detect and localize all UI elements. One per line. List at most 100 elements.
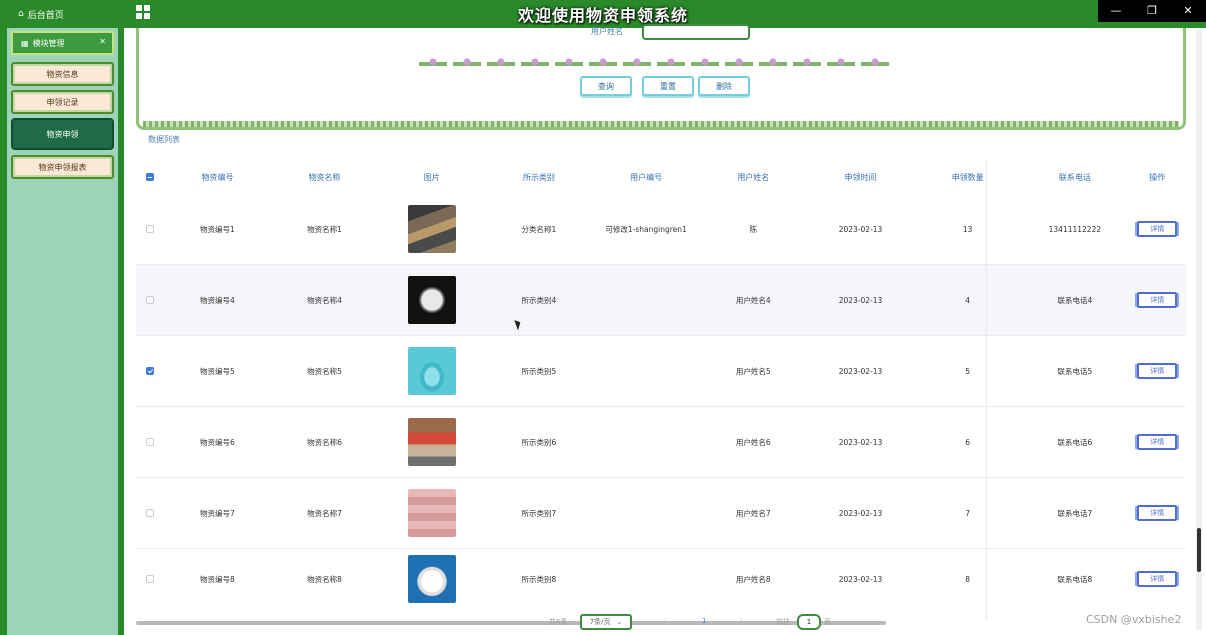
table-row[interactable]: 物资编号8 物资名称8 所示类别8 用户姓名8 2023-02-13 8 联系电… <box>136 549 1186 609</box>
cell-name: 物资名称7 <box>307 508 342 518</box>
cell-category: 所示类别6 <box>521 437 557 447</box>
cell-user-name: 用户姓名5 <box>735 366 771 376</box>
row-checkbox[interactable] <box>145 438 154 446</box>
column-header: 用户编号 <box>630 172 663 182</box>
data-table: 物资编号 物资名称 图片 所示类别 用户编号 用户姓名 申领时间 申领数量 联系… <box>136 160 1186 609</box>
table-row[interactable]: 物资编号7 物资名称7 所示类别7 用户姓名7 2023-02-13 7 联系电… <box>136 478 1186 549</box>
sidebar-section-module-manage[interactable]: ▦ 模块管理 ✕ <box>11 31 114 55</box>
cell-category: 所示类别4 <box>521 295 557 305</box>
next-page-button[interactable]: › <box>740 617 743 625</box>
cell-phone: 联系电话7 <box>1057 508 1093 518</box>
cell-time: 2023-02-13 <box>838 437 883 447</box>
cell-name: 物资名称4 <box>307 295 342 305</box>
total-count: 共6条 <box>549 618 568 626</box>
column-header: 联系电话 <box>1058 172 1091 182</box>
watermark: CSDN @vxbishe2 <box>1086 613 1182 626</box>
cell-code: 物资编号8 <box>199 574 235 584</box>
warehouse-image[interactable] <box>407 205 456 253</box>
maximize-icon[interactable]: ❐ <box>1134 0 1170 22</box>
cell-name: 物资名称5 <box>307 366 342 376</box>
cell-category: 分类名称1 <box>521 224 557 234</box>
row-checkbox[interactable] <box>145 225 154 233</box>
row-checkbox[interactable] <box>145 575 154 583</box>
cell-user-name: 用户姓名7 <box>735 508 771 518</box>
cell-code: 物资编号1 <box>199 224 235 234</box>
sidebar-item-apply-report[interactable]: 物资申领报表 <box>11 155 114 179</box>
cell-category: 所示类别5 <box>521 366 557 376</box>
respirator-image[interactable] <box>407 555 456 603</box>
table-row[interactable]: 物资编号1 物资名称1 分类名称1 可修改1-shangingren1 陈 20… <box>136 194 1186 265</box>
cell-code: 物资编号7 <box>199 508 235 518</box>
minimize-icon[interactable]: — <box>1098 0 1134 22</box>
table-row[interactable]: 物资编号6 物资名称6 所示类别6 用户姓名6 2023-02-13 6 联系电… <box>136 407 1186 478</box>
detail-button[interactable]: 详情 <box>1137 571 1178 587</box>
select-all-checkbox[interactable] <box>145 173 154 181</box>
detail-button[interactable]: 详情 <box>1137 434 1178 450</box>
query-button[interactable]: 查询 <box>580 76 632 96</box>
column-header: 物资名称 <box>308 172 341 182</box>
cell-code: 物资编号4 <box>199 295 235 305</box>
detail-button[interactable]: 详情 <box>1137 292 1178 308</box>
reset-button[interactable]: 重置 <box>642 76 694 96</box>
collapse-icon[interactable]: ✕ <box>99 37 106 46</box>
cell-qty: 5 <box>965 366 971 376</box>
sidebar-item-label: 申领记录 <box>46 97 79 107</box>
cell-phone: 联系电话4 <box>1057 295 1093 305</box>
close-icon[interactable]: ✕ <box>1170 0 1206 22</box>
sidebar-item-apply-records[interactable]: 申领记录 <box>11 90 114 114</box>
page-size-value: 7条/页 <box>589 618 611 626</box>
cell-qty: 8 <box>965 574 971 584</box>
row-checkbox[interactable] <box>145 367 154 375</box>
cell-phone: 联系电话6 <box>1057 437 1093 447</box>
cell-qty: 4 <box>965 295 971 305</box>
cell-category: 所示类别7 <box>521 508 557 518</box>
row-checkbox[interactable] <box>145 296 154 304</box>
detail-button[interactable]: 详情 <box>1137 505 1178 521</box>
detail-button[interactable]: 详情 <box>1137 363 1178 379</box>
user-name-input[interactable] <box>642 24 750 40</box>
column-header: 申领数量 <box>951 172 984 182</box>
cell-name: 物资名称1 <box>307 224 342 234</box>
cell-user-name: 用户姓名8 <box>735 574 771 584</box>
cell-phone: 13411112222 <box>1048 224 1102 234</box>
page-number[interactable]: 1 <box>702 617 706 625</box>
cell-time: 2023-02-13 <box>838 574 883 584</box>
mask-black-image[interactable] <box>407 276 456 324</box>
cell-qty: 7 <box>965 508 971 518</box>
scrollbar-thumb[interactable] <box>1197 528 1201 572</box>
cell-time: 2023-02-13 <box>838 295 883 305</box>
cell-user-name: 用户姓名6 <box>735 437 771 447</box>
cell-qty: 6 <box>965 437 971 447</box>
detail-button[interactable]: 详情 <box>1137 221 1178 237</box>
goto-label: 前往 <box>776 618 790 626</box>
cell-phone: 联系电话8 <box>1057 574 1093 584</box>
cell-user-name: 用户姓名4 <box>735 295 771 305</box>
cell-name: 物资名称6 <box>307 437 342 447</box>
sidebar-item-label: 物资信息 <box>46 69 79 79</box>
supplies-image[interactable] <box>407 418 456 466</box>
data-list-title: 数据列表 <box>148 135 180 144</box>
column-divider <box>986 160 987 620</box>
sidebar-item-supplies-apply[interactable]: 物资申领 <box>11 118 114 150</box>
cell-name: 物资名称8 <box>307 574 342 584</box>
table-row[interactable]: 物资编号4 物资名称4 所示类别4 用户姓名4 2023-02-13 4 联系电… <box>136 265 1186 336</box>
decoration <box>419 56 889 66</box>
row-checkbox[interactable] <box>145 509 154 517</box>
goto-page-input[interactable]: 1 <box>797 614 821 630</box>
table-row[interactable]: 物资编号5 物资名称5 所示类别5 用户姓名5 2023-02-13 5 联系电… <box>136 336 1186 407</box>
column-header: 图片 <box>423 172 440 182</box>
table-header: 物资编号 物资名称 图片 所示类别 用户编号 用户姓名 申领时间 申领数量 联系… <box>136 160 1186 194</box>
column-header: 操作 <box>1149 172 1166 182</box>
grid-icon: ▦ <box>21 38 29 48</box>
delete-button[interactable]: 删除 <box>698 76 750 96</box>
sidebar-panel: ▦ 模块管理 ✕ 物资信息 申领记录 物资申领 物资申领报表 <box>7 28 118 635</box>
mask-blue-image[interactable] <box>407 347 456 395</box>
boxes-image[interactable] <box>407 489 456 537</box>
page-size-select[interactable]: 7条/页 ⌄ <box>580 614 632 630</box>
prev-page-button[interactable]: ‹ <box>664 617 667 625</box>
sidebar: ▦ 模块管理 ✕ 物资信息 申领记录 物资申领 物资申领报表 <box>0 28 124 635</box>
cell-time: 2023-02-13 <box>838 224 883 234</box>
cell-user-name: 陈 <box>749 224 758 234</box>
horizontal-scrollbar[interactable] <box>136 621 886 625</box>
sidebar-item-supplies-info[interactable]: 物资信息 <box>11 62 114 86</box>
